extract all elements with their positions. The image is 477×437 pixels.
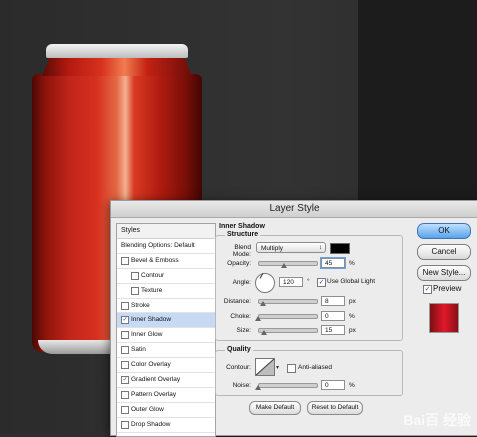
shadow-color-swatch[interactable] (330, 243, 350, 254)
angle-needle (259, 273, 264, 279)
contour-dropdown-icon[interactable]: ▾ (276, 364, 279, 371)
angle-dial[interactable] (255, 273, 275, 293)
choke-slider-thumb[interactable] (255, 316, 261, 321)
blend-mode-label: Blend Mode: (232, 244, 251, 258)
style-checkbox[interactable] (121, 346, 129, 355)
choke-input[interactable]: 0 (321, 311, 345, 321)
noise-unit: % (349, 382, 355, 389)
size-slider[interactable] (258, 328, 318, 333)
contour-label: Contour: (226, 364, 251, 371)
opacity-unit: % (349, 260, 355, 267)
style-checkbox[interactable] (131, 286, 139, 295)
noise-slider-thumb[interactable] (255, 385, 261, 390)
blending-options-item[interactable]: Blending Options: Default (117, 239, 215, 254)
style-checkbox[interactable] (121, 390, 129, 399)
angle-unit: ° (307, 278, 310, 285)
style-checkbox[interactable]: ✓ (121, 316, 129, 325)
dialog-title: Layer Style (111, 201, 477, 218)
size-label: Size: (236, 327, 251, 334)
choke-label: Choke: (230, 313, 251, 320)
anti-aliased-checkbox[interactable] (287, 364, 296, 373)
structure-title: Structure (225, 231, 261, 238)
style-item-color-overlay[interactable]: Color Overlay (117, 358, 215, 374)
blend-mode-value: Multiply (261, 245, 284, 252)
style-item-label: Contour (141, 271, 165, 279)
contour-picker[interactable] (255, 358, 275, 376)
reset-to-default-button[interactable]: Reset to Default (307, 401, 363, 415)
style-checkbox[interactable] (121, 361, 129, 370)
styles-list: Styles Blending Options: Default Bevel &… (116, 223, 216, 437)
choke-slider[interactable] (258, 314, 318, 319)
style-checkbox[interactable] (121, 256, 129, 265)
make-default-button[interactable]: Make Default (249, 401, 301, 415)
style-checkbox[interactable] (121, 331, 129, 340)
angle-label: Angle: (232, 279, 251, 286)
layer-style-dialog: Layer Style Styles Blending Options: Def… (110, 200, 477, 437)
style-item-texture[interactable]: Texture (117, 284, 215, 299)
noise-slider[interactable] (258, 383, 318, 388)
style-item-label: Texture (141, 286, 163, 294)
new-style-button[interactable]: New Style... (417, 265, 471, 281)
blend-mode-select[interactable]: Multiply ↕ (256, 242, 326, 253)
preview-label: Preview (433, 284, 462, 293)
noise-label: Noise: (232, 382, 251, 389)
style-item-outer-glow[interactable]: Outer Glow (117, 403, 215, 418)
style-checkbox[interactable] (121, 420, 129, 429)
opacity-slider-thumb[interactable] (281, 263, 288, 268)
style-checkbox[interactable] (131, 271, 139, 280)
ok-button[interactable]: OK (417, 223, 471, 239)
opacity-label: Opacity: (227, 260, 251, 267)
style-item-pattern-overlay[interactable]: Pattern Overlay (117, 388, 215, 403)
preview-checkbox[interactable]: ✓ (423, 285, 432, 294)
style-checkbox[interactable] (121, 301, 129, 310)
use-global-light-label: Use Global Light (327, 278, 376, 285)
distance-slider-thumb[interactable] (259, 301, 266, 306)
can-lid (46, 44, 188, 58)
style-item-inner-glow[interactable]: Inner Glow (117, 328, 215, 344)
style-checkbox[interactable]: ✓ (121, 376, 129, 385)
preview-thumbnail (429, 303, 459, 333)
angle-input[interactable]: 120 (279, 277, 303, 287)
cancel-button[interactable]: Cancel (417, 244, 471, 260)
distance-unit: px (349, 298, 356, 305)
style-item-drop-shadow[interactable]: Drop Shadow (117, 418, 215, 433)
size-unit: px (349, 327, 356, 334)
noise-input[interactable]: 0 (321, 380, 345, 390)
opacity-slider[interactable] (258, 261, 318, 266)
style-item-satin[interactable]: Satin (117, 343, 215, 359)
select-arrows-icon: ↕ (319, 245, 322, 251)
choke-unit: % (349, 313, 355, 320)
opacity-input[interactable]: 45 (321, 258, 345, 268)
size-slider-thumb[interactable] (260, 330, 267, 335)
style-item-bevel-emboss[interactable]: Bevel & Emboss (117, 254, 215, 269)
quality-group (215, 350, 403, 396)
size-input[interactable]: 15 (321, 325, 345, 335)
style-checkbox[interactable] (121, 405, 129, 414)
distance-input[interactable]: 8 (321, 296, 345, 306)
anti-aliased-label: Anti-aliased (298, 364, 332, 371)
quality-title: Quality (225, 346, 253, 353)
inner-shadow-title: Inner Shadow (219, 223, 265, 230)
style-item-stroke[interactable]: Stroke (117, 299, 215, 314)
style-item-contour[interactable]: Contour (117, 269, 215, 284)
style-item-gradient-overlay[interactable]: ✓ Gradient Overlay (117, 373, 215, 388)
watermark: Bai百 经验 (403, 412, 471, 428)
distance-label: Distance: (223, 298, 251, 305)
use-global-light-checkbox[interactable]: ✓ (317, 278, 326, 287)
styles-header[interactable]: Styles (117, 224, 215, 239)
style-item-inner-shadow[interactable]: ✓ Inner Shadow (117, 313, 215, 329)
distance-slider[interactable] (258, 299, 318, 304)
contour-curve-icon (255, 358, 275, 376)
